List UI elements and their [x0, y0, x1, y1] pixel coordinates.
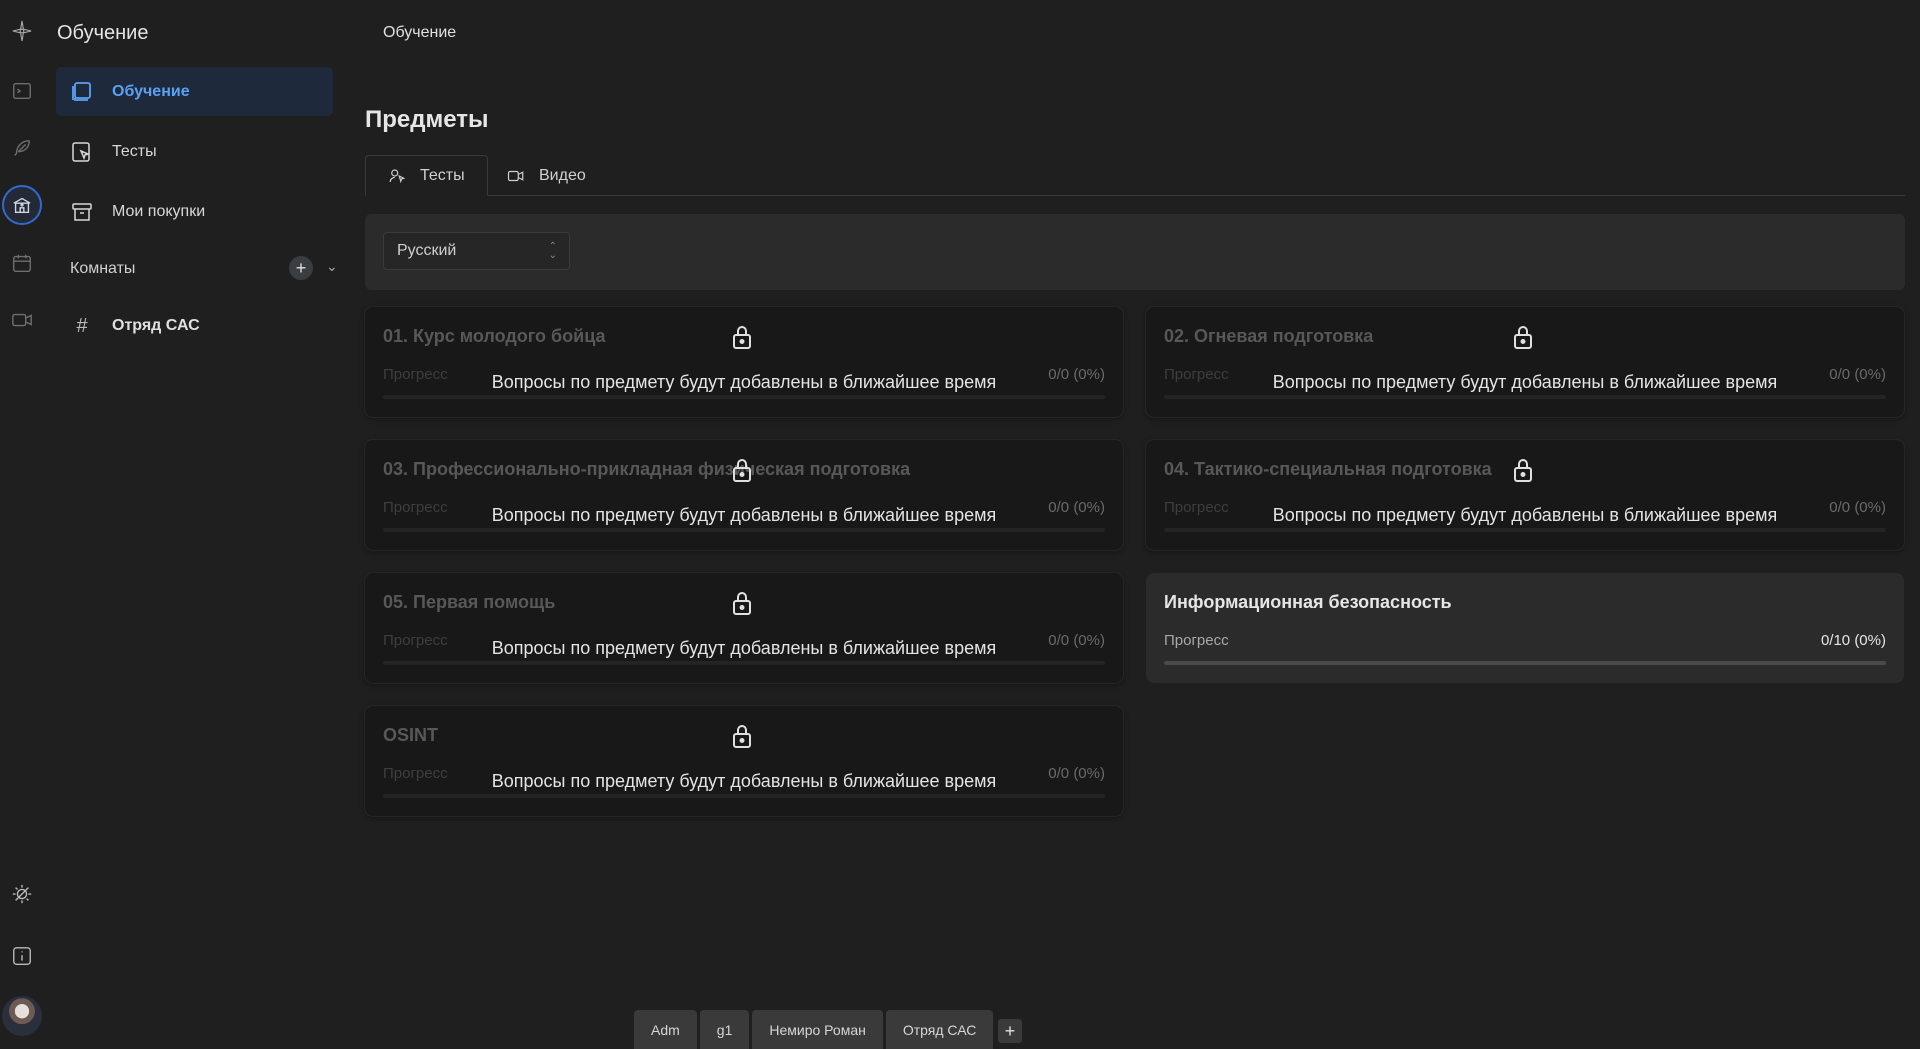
- app-title: Обучение: [57, 22, 149, 44]
- subject-card[interactable]: 02. Огневая подготовка Прогресс 0/0 (0%) Во…: [1146, 307, 1904, 417]
- terminal-icon[interactable]: [7, 76, 37, 106]
- subject-card[interactable]: 01. Курс молодого бойца Прогресс 0/0 (0%) В…: [365, 307, 1123, 417]
- info-icon[interactable]: [7, 941, 37, 971]
- subject-title: 02. Огневая подготовка: [1164, 326, 1374, 346]
- lock-icon: [1511, 457, 1535, 483]
- page-title: Предметы: [365, 106, 489, 133]
- locked-notice: Вопросы по предмету будут добавлены в бл…: [491, 372, 997, 392]
- subject-title: OSINT: [383, 725, 439, 745]
- logo-icon[interactable]: [5, 14, 39, 48]
- test-icon: [68, 138, 96, 166]
- subject-title: Информационная безопасность: [1164, 592, 1452, 612]
- video-icon: [507, 167, 525, 185]
- bottom-tab-bar: Adm g1 Немиро Роман Отряд САС: [634, 1010, 994, 1049]
- progress-bar: [1164, 395, 1886, 399]
- calendar-icon[interactable]: [7, 248, 37, 278]
- icon-rail: [0, 0, 44, 1049]
- sidebar-item-purchases[interactable]: Мои покупки: [56, 187, 333, 236]
- subject-card[interactable]: 05. Первая помощь Прогресс 0/0 (0%) Вопросы…: [365, 573, 1123, 683]
- sidebar: Обучение Обучение Тесты Мои покупки Комн…: [44, 0, 344, 1049]
- locked-notice: Вопросы по предмету будут добавлены в бл…: [491, 638, 997, 658]
- archive-icon: [68, 198, 96, 226]
- progress-label: Прогресс: [1164, 632, 1229, 649]
- tests-icon: [388, 167, 406, 185]
- school-icon[interactable]: [2, 185, 42, 225]
- chevron-down-icon[interactable]: ⌄: [326, 258, 338, 275]
- video-icon[interactable]: [7, 305, 37, 335]
- book-icon: [68, 78, 96, 106]
- lock-icon: [1511, 324, 1535, 350]
- progress-bar: [383, 395, 1105, 399]
- subject-title: 03. Профессионально-прикладная физическа…: [383, 459, 911, 479]
- subject-title: 01. Курс молодого бойца: [383, 326, 606, 346]
- tab-label: Видео: [539, 166, 586, 184]
- add-tab-button[interactable]: +: [998, 1019, 1022, 1043]
- rooms-header: Комнаты + ⌄: [70, 256, 338, 281]
- feather-icon[interactable]: [7, 133, 37, 163]
- progress-bar: [1164, 528, 1886, 532]
- lock-icon: [730, 324, 754, 350]
- lock-icon: [730, 590, 754, 616]
- subject-card[interactable]: Информационная безопасность Прогресс 0/10 …: [1146, 573, 1904, 683]
- subject-card[interactable]: 04. Тактико-специальная подготовка Прогре…: [1146, 440, 1904, 550]
- filter-panel: Русский ⌃ ⌄: [365, 214, 1905, 290]
- breadcrumb: Обучение: [383, 24, 457, 41]
- lock-icon: [730, 723, 754, 749]
- sidebar-item-label: Тесты: [112, 142, 157, 160]
- locked-notice: Вопросы по предмету будут добавлены в бл…: [491, 771, 997, 791]
- user-avatar[interactable]: [2, 996, 42, 1036]
- locked-notice: Вопросы по предмету будут добавлены в бл…: [491, 505, 997, 525]
- locked-notice: Вопросы по предмету будут добавлены в бл…: [1272, 505, 1778, 525]
- language-select-value: Русский: [397, 242, 457, 259]
- chevron-updown-icon: ⌃ ⌄: [548, 241, 557, 261]
- sidebar-item-label: Мои покупки: [112, 202, 206, 220]
- sidebar-item-learning[interactable]: Обучение: [56, 67, 333, 116]
- sidebar-item-room[interactable]: # Отряд САС: [56, 302, 333, 350]
- rooms-label: Комнаты: [70, 260, 136, 277]
- tab-label: Тесты: [420, 166, 465, 184]
- progress-value: 0/10 (0%): [1820, 632, 1886, 649]
- subject-title: 05. Первая помощь: [383, 592, 556, 612]
- bottom-tab[interactable]: Adm: [634, 1010, 697, 1049]
- theme-toggle-icon[interactable]: [7, 879, 37, 909]
- add-room-button[interactable]: +: [289, 256, 313, 280]
- language-select[interactable]: Русский ⌃ ⌄: [383, 232, 570, 270]
- progress-bar: [1164, 661, 1886, 665]
- locked-notice: Вопросы по предмету будут добавлены в бл…: [1272, 372, 1778, 392]
- tab-video[interactable]: Видео: [485, 155, 608, 196]
- lock-icon: [730, 457, 754, 483]
- tab-tests[interactable]: Тесты: [365, 155, 488, 196]
- room-label: Отряд САС: [112, 317, 200, 334]
- bottom-tab[interactable]: g1: [699, 1010, 750, 1049]
- subject-card[interactable]: OSINT Прогресс 0/0 (0%) Вопросы по предмету…: [365, 706, 1123, 816]
- tab-bar: Тесты Видео: [365, 155, 1905, 196]
- bottom-tab[interactable]: Немиро Роман: [752, 1010, 883, 1049]
- sidebar-item-tests[interactable]: Тесты: [56, 127, 333, 176]
- bottom-tab[interactable]: Отряд САС: [885, 1010, 994, 1049]
- progress-bar: [383, 794, 1105, 798]
- sidebar-item-label: Обучение: [112, 82, 190, 100]
- progress-bar: [383, 528, 1105, 532]
- hash-icon: #: [76, 314, 88, 337]
- subject-title: 04. Тактико-специальная подготовка: [1164, 459, 1492, 479]
- progress-bar: [383, 661, 1105, 665]
- subject-card[interactable]: 03. Профессионально-прикладная физическа…: [365, 440, 1123, 550]
